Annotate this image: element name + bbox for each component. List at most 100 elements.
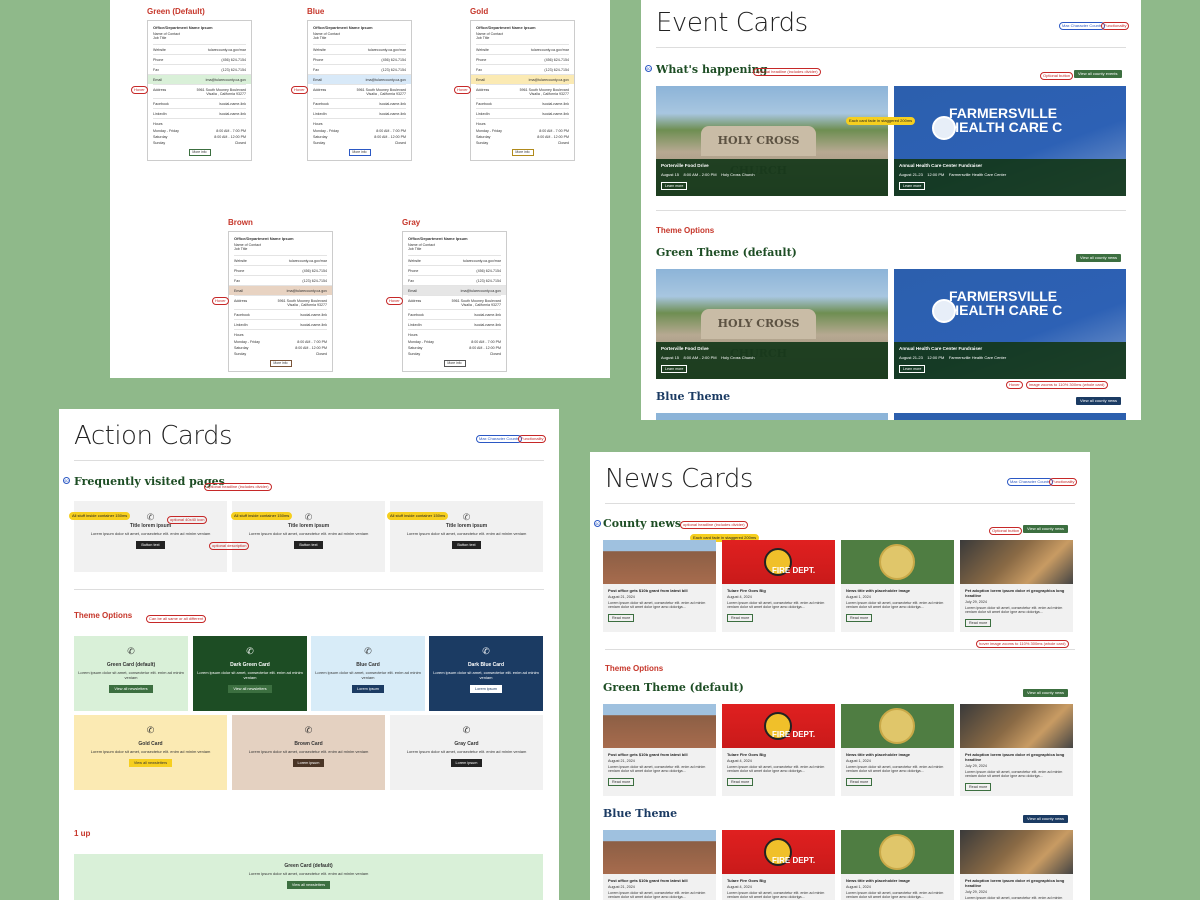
- news-card[interactable]: News title with placeholder image August …: [841, 540, 954, 632]
- read-more-button[interactable]: Read more: [965, 619, 992, 627]
- view-all-news-button[interactable]: View all county news: [1023, 525, 1069, 533]
- contact-row[interactable]: Email ima@tularecounty.ca.gov: [148, 74, 251, 84]
- theme-card[interactable]: ✆ Gray Card Lorem ipsum dolor sit amet, co…: [390, 715, 543, 790]
- theme-card[interactable]: ✆ Green Card (default) Lorem ipsum dolor s…: [74, 636, 188, 711]
- read-more-button[interactable]: Read more: [727, 778, 754, 786]
- contact-row[interactable]: Fax (123) 624-7154: [153, 64, 246, 74]
- read-more-button[interactable]: Read more: [965, 783, 992, 791]
- news-card[interactable]: FIRE DEPT. Tulare Fire Goes Big August 4, …: [722, 704, 835, 796]
- section-headline: County news: [603, 517, 682, 530]
- theme-button[interactable]: Lorem ipsum: [292, 759, 325, 767]
- view-all-news-button-blue[interactable]: View all county news: [1023, 815, 1069, 823]
- learn-more-button[interactable]: Learn more: [661, 182, 688, 190]
- event-card[interactable]: FARMERSVILLE HEALTH CARE C Annual Health …: [894, 86, 1126, 196]
- news-card[interactable]: Pet adoption lorem ipsum dolor et geogra…: [960, 830, 1073, 900]
- event-card[interactable]: HOLY CROSS CHURCH Porterville Food Drive…: [656, 269, 888, 379]
- contact-row[interactable]: Phone (456) 624-7154: [153, 54, 246, 64]
- contact-row[interactable]: Website tularecounty.ca.gov/mar: [153, 44, 246, 54]
- event-card[interactable]: HOLY CROSS CHURCH Porterville Food Drive…: [656, 86, 888, 196]
- read-more-button[interactable]: Read more: [608, 614, 635, 622]
- variant-title: Brown: [228, 218, 253, 227]
- action-button[interactable]: Button text: [294, 541, 323, 549]
- more-info-button[interactable]: More info: [443, 360, 466, 367]
- theme-button[interactable]: View all newsletters: [109, 685, 153, 693]
- theme-card[interactable]: ✆ Dark Blue Card Lorem ipsum dolor sit ame…: [429, 636, 543, 711]
- event-card[interactable]: FARMERSVILLE HEALTH CARE C Annual Health …: [894, 269, 1126, 379]
- read-more-button[interactable]: Read more: [846, 614, 873, 622]
- contact-row[interactable]: Address 5961 South Mooney Boulevard Visal…: [313, 84, 406, 98]
- green-theme-label: Green Theme (default): [603, 681, 744, 694]
- contact-row[interactable]: Phone (456) 624-7154: [476, 54, 569, 64]
- contact-row[interactable]: Address 5961 South Mooney Boulevard Visal…: [234, 295, 327, 309]
- news-image: [841, 540, 954, 584]
- more-info-button[interactable]: More info: [348, 149, 371, 156]
- contact-row[interactable]: LinkedIn/social-name-link: [313, 108, 406, 118]
- view-all-news-button[interactable]: View all county news: [1076, 254, 1122, 262]
- action-card-1up[interactable]: Green Card (default) Lorem ipsum dolor si…: [74, 854, 543, 900]
- news-card[interactable]: Pet adoption lorem ipsum dolor et geogra…: [960, 540, 1073, 632]
- view-newsletters-button[interactable]: View all newsletters: [286, 881, 331, 889]
- news-card[interactable]: FIRE DEPT. Tulare Fire Goes Big August 4, …: [722, 830, 835, 900]
- variant-title: Gray: [402, 218, 421, 227]
- contact-row[interactable]: Email ima@tularecounty.ca.gov: [471, 74, 574, 84]
- more-info-button[interactable]: More info: [511, 149, 534, 156]
- read-more-button[interactable]: Read more: [727, 614, 754, 622]
- read-more-button[interactable]: Read more: [846, 778, 873, 786]
- contact-row[interactable]: Website tularecounty.ca.gov/mar: [408, 255, 501, 265]
- action-button[interactable]: Button text: [136, 541, 165, 549]
- learn-more-button[interactable]: Learn more: [899, 182, 926, 190]
- contact-row[interactable]: LinkedIn/social-name-link: [234, 319, 327, 329]
- news-card[interactable]: Post office gets $10b grant from latest …: [603, 540, 716, 632]
- contact-row[interactable]: LinkedIn/social-name-link: [153, 108, 246, 118]
- theme-button[interactable]: View all newsletters: [128, 759, 173, 767]
- contact-row[interactable]: Fax (123) 624-7154: [476, 64, 569, 74]
- view-all-news-button-blue[interactable]: View all county news: [1076, 397, 1122, 405]
- contact-row[interactable]: Email ima@tularecounty.ca.gov: [403, 285, 506, 295]
- news-card[interactable]: Post office gets $10b grant from latest …: [603, 704, 716, 796]
- theme-button[interactable]: Lorem ipsum: [450, 759, 483, 767]
- contact-row[interactable]: Fax (123) 624-7154: [313, 64, 406, 74]
- contact-row[interactable]: Phone (456) 624-7154: [408, 265, 501, 275]
- contact-row[interactable]: Phone (456) 624-7154: [234, 265, 327, 275]
- contact-row[interactable]: Facebook/social-name-link: [234, 309, 327, 319]
- contact-row[interactable]: LinkedIn/social-name-link: [476, 108, 569, 118]
- theme-card[interactable]: ✆ Brown Card Lorem ipsum dolor sit amet, c…: [232, 715, 385, 790]
- contact-row[interactable]: Facebook/social-name-link: [153, 98, 246, 108]
- theme-card[interactable]: ✆ Blue Card Lorem ipsum dolor sit amet, co…: [311, 636, 425, 711]
- view-all-events-button[interactable]: View all county events: [1074, 70, 1122, 78]
- news-card[interactable]: FIRE DEPT. Tulare Fire Goes Big August 4, …: [722, 540, 835, 632]
- contact-row[interactable]: Facebook/social-name-link: [476, 98, 569, 108]
- learn-more-button[interactable]: Learn more: [661, 365, 688, 373]
- contact-row[interactable]: Website tularecounty.ca.gov/mar: [313, 44, 406, 54]
- contact-row[interactable]: Email ima@tularecounty.ca.gov: [308, 74, 411, 84]
- contact-row[interactable]: Email ima@tularecounty.ca.gov: [229, 285, 332, 295]
- more-info-button[interactable]: More info: [269, 360, 292, 367]
- contact-row[interactable]: Address 5961 South Mooney Boulevard Visal…: [476, 84, 569, 98]
- theme-card[interactable]: ✆ Gold Card Lorem ipsum dolor sit amet, co…: [74, 715, 227, 790]
- news-card[interactable]: Pet adoption lorem ipsum dolor et geogra…: [960, 704, 1073, 796]
- more-info-button[interactable]: More info: [188, 149, 211, 156]
- contact-row[interactable]: Facebook/social-name-link: [313, 98, 406, 108]
- view-all-news-button[interactable]: View all county news: [1023, 689, 1069, 697]
- read-more-button[interactable]: Read more: [608, 778, 635, 786]
- news-card[interactable]: News title with placeholder image August …: [841, 830, 954, 900]
- theme-card[interactable]: ✆ Dark Green Card Lorem ipsum dolor sit am…: [193, 636, 307, 711]
- contact-row[interactable]: Website tularecounty.ca.gov/mar: [476, 44, 569, 54]
- theme-button[interactable]: Lorem ipsum: [352, 685, 384, 693]
- news-card[interactable]: Post office gets $10b grant from latest …: [603, 830, 716, 900]
- theme-button[interactable]: Lorem ipsum: [470, 685, 502, 693]
- contact-row[interactable]: Address 5961 South Mooney Boulevard Visal…: [408, 295, 501, 309]
- theme-button[interactable]: View all newsletters: [228, 685, 272, 693]
- hover-tag: Hover: [131, 86, 148, 94]
- contact-row[interactable]: LinkedIn/social-name-link: [408, 319, 501, 329]
- contact-row[interactable]: Fax (123) 624-7154: [234, 275, 327, 285]
- learn-more-button[interactable]: Learn more: [899, 365, 926, 373]
- contact-row[interactable]: Address 5961 South Mooney Boulevard Visal…: [153, 84, 246, 98]
- contact-row[interactable]: Website tularecounty.ca.gov/mar: [234, 255, 327, 265]
- contact-row[interactable]: Fax (123) 624-7154: [408, 275, 501, 285]
- contact-row[interactable]: Facebook/social-name-link: [408, 309, 501, 319]
- contact-row[interactable]: Phone (456) 624-7154: [313, 54, 406, 64]
- headline-tag: optional headline (includes divider): [680, 521, 748, 529]
- news-card[interactable]: News title with placeholder image August …: [841, 704, 954, 796]
- action-button[interactable]: Button text: [452, 541, 481, 549]
